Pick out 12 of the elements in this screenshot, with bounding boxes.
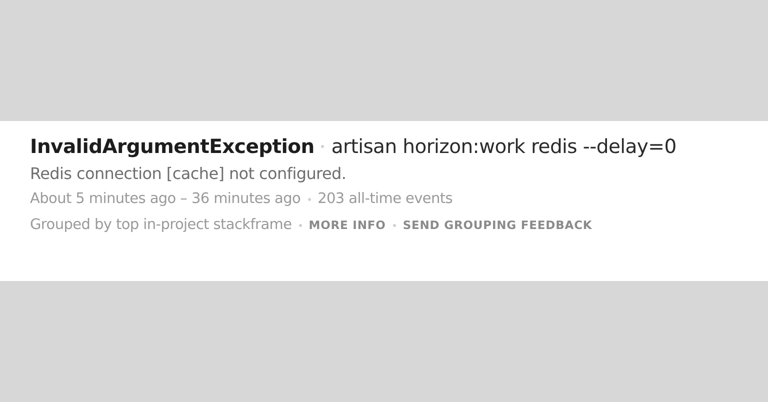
- separator-dot: [298, 224, 302, 226]
- error-type: InvalidArgumentException: [30, 135, 314, 158]
- event-count: 203 all-time events: [318, 191, 453, 207]
- time-range: About 5 minutes ago – 36 minutes ago: [30, 191, 301, 207]
- separator-dot: [308, 198, 311, 200]
- separator-dot: [321, 145, 324, 148]
- link[interactable]: MORE INFO: [308, 218, 386, 232]
- separator-dot: [392, 224, 396, 226]
- error-message: Redis connection [cache] not configured.: [30, 164, 348, 183]
- command-text: artisan horizon:work redis --delay=0: [331, 135, 676, 158]
- grouping-text: Grouped by top in-project stackframe: [30, 217, 292, 233]
- link[interactable]: SEND GROUPING FEEDBACK: [402, 218, 592, 232]
